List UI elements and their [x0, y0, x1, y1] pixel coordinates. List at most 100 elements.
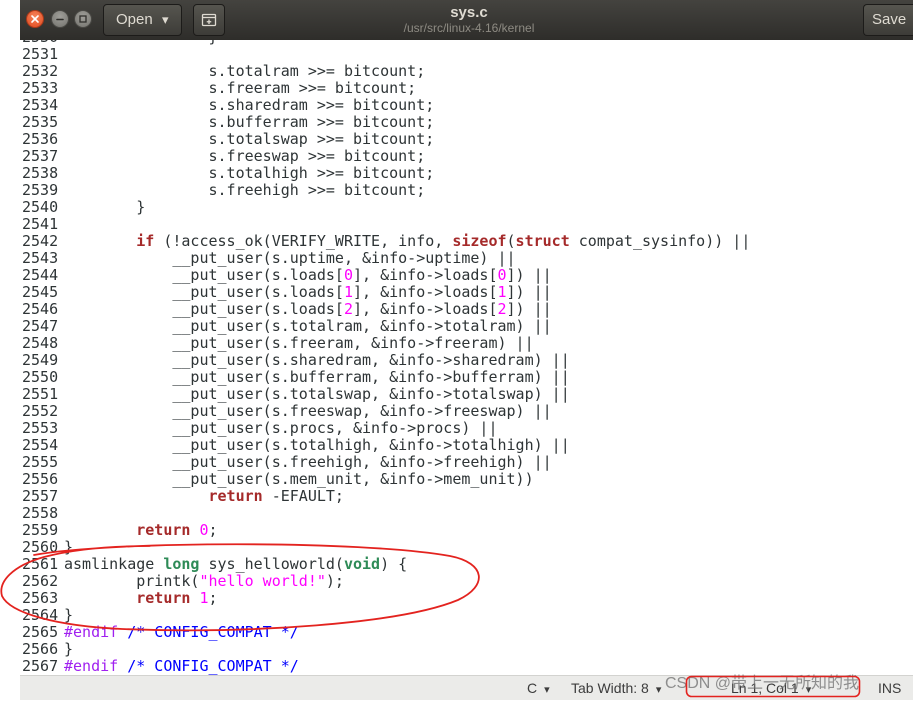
code-line: 2546 __put_user(s.loads[2], &info->loads…: [20, 299, 913, 318]
code-token: ) {: [380, 554, 408, 573]
code-line: 2556 __put_user(s.mem_unit, &info->mem_u…: [20, 469, 913, 488]
gedit-window: Open ▾ sys.c /usr/src/linux-4.16/kernel …: [20, 0, 913, 700]
line-number: 2564: [22, 605, 59, 624]
code-text: #endif /* CONFIG_COMPAT */: [64, 622, 299, 641]
code-token-number: 0: [497, 265, 507, 284]
code-line: 2541: [20, 214, 913, 233]
code-token-keyword: return: [64, 486, 263, 505]
code-text: return 1;: [64, 588, 218, 607]
code-line: 2532 s.totalram >>= bitcount;: [20, 62, 913, 80]
language-label: C: [527, 680, 538, 696]
code-token: }: [64, 197, 146, 216]
code-token: ]) ||: [506, 265, 552, 284]
code-line: 2552 __put_user(s.freeswap, &info->frees…: [20, 401, 913, 420]
line-number: 2542: [22, 231, 59, 250]
code-line: 2565 #endif /* CONFIG_COMPAT */: [20, 622, 913, 641]
new-document-button[interactable]: [193, 4, 225, 36]
code-token-number: 1: [497, 282, 507, 301]
line-number: 2559: [22, 520, 59, 539]
line-number: 2548: [22, 333, 59, 352]
code-token: }: [64, 639, 74, 658]
line-number: 2565: [22, 622, 59, 641]
code-text: printk("hello world!");: [64, 571, 344, 590]
code-line: 2539 s.freehigh >>= bitcount;: [20, 180, 913, 199]
code-token-keyword: return: [64, 520, 200, 539]
new-document-icon: [201, 13, 217, 27]
code-line: 2548 __put_user(s.freeram, &info->freera…: [20, 333, 913, 352]
code-text: __put_user(s.totalhigh, &info->totalhigh…: [64, 436, 569, 454]
code-token: __put_user(s.uptime, &info->uptime) ||: [64, 248, 516, 267]
code-token: __put_user(s.freehigh, &info->freehigh) …: [64, 452, 552, 471]
code-text: }: [64, 639, 74, 658]
code-token: __put_user(s.freeswap, &info->freeswap) …: [64, 401, 552, 420]
watermark: CSDN @带上一无所知的我: [665, 675, 860, 692]
line-number: 2563: [22, 588, 59, 607]
code-token: __put_user(s.loads[: [64, 282, 344, 301]
save-button[interactable]: Save: [863, 4, 913, 36]
code-line: 2567 #endif /* CONFIG_COMPAT */: [20, 657, 913, 675]
code-line: 2561 asmlinkage long sys_helloworld(void)…: [20, 554, 913, 573]
code-line: 2543 __put_user(s.uptime, &info->uptime)…: [20, 248, 913, 267]
code-token: __put_user(s.bufferram, &info->bufferram…: [64, 367, 570, 386]
code-line: 2555 __put_user(s.freehigh, &info->freeh…: [20, 452, 913, 471]
open-button[interactable]: Open ▾: [103, 4, 182, 36]
minimize-icon: [56, 18, 64, 21]
header-bar: Open ▾ sys.c /usr/src/linux-4.16/kernel …: [20, 0, 913, 40]
code-token-string: "hello world!": [199, 571, 326, 590]
code-line: 2549 __put_user(s.sharedram, &info->shar…: [20, 351, 913, 369]
code-line: 2553 __put_user(s.procs, &info->procs) |…: [20, 419, 913, 437]
code-token: ;: [208, 520, 218, 539]
code-token-number: 2: [343, 299, 353, 318]
code-token: s.sharedram >>= bitcount;: [64, 95, 435, 114]
code-token-number: 1: [343, 282, 353, 301]
code-token: __put_user(s.totalswap, &info->totalswap…: [64, 384, 570, 403]
window-title-block: sys.c /usr/src/linux-4.16/kernel: [269, 4, 669, 36]
code-token: s.freeswap >>= bitcount;: [64, 146, 426, 165]
insert-mode-label: INS: [878, 680, 902, 696]
code-text: s.totalhigh >>= bitcount;: [64, 164, 435, 182]
insert-mode-indicator: INS: [878, 676, 901, 700]
maximize-window-button[interactable]: [74, 10, 92, 28]
code-line: 2535 s.bufferram >>= bitcount;: [20, 113, 913, 131]
code-token-comment: /* CONFIG_COMPAT */: [127, 622, 299, 641]
code-text: s.freehigh >>= bitcount;: [64, 181, 426, 199]
line-number: 2539: [22, 180, 59, 199]
code-token: __put_user(s.loads[: [64, 265, 344, 284]
code-token: __put_user(s.mem_unit, &info->mem_unit)): [64, 469, 534, 488]
code-token: ], &info->loads[: [353, 265, 498, 284]
line-number: 2555: [22, 452, 59, 471]
code-line: 2547 __put_user(s.totalram, &info->total…: [20, 316, 913, 335]
code-token: ;: [208, 588, 218, 607]
code-token: (: [506, 231, 516, 250]
language-selector[interactable]: C ▾: [527, 676, 550, 700]
code-text: __put_user(s.mem_unit, &info->mem_unit)): [64, 469, 534, 488]
code-text: }: [64, 537, 74, 556]
window-subtitle: /usr/src/linux-4.16/kernel: [403, 21, 535, 35]
code-text: }: [64, 605, 74, 624]
code-token: );: [325, 571, 344, 590]
code-token-number: 2: [497, 299, 507, 318]
code-token: compat_sysinfo)) ||: [569, 231, 751, 250]
code-token: }: [64, 605, 74, 624]
minimize-window-button[interactable]: [51, 10, 69, 28]
line-number: 2536: [22, 129, 59, 148]
code-line: 2531: [20, 45, 913, 63]
line-number: 2538: [22, 163, 59, 182]
code-text: __put_user(s.sharedram, &info->sharedram…: [64, 351, 569, 369]
line-number: 2541: [22, 214, 59, 233]
line-number: 2554: [22, 435, 59, 454]
text-editor[interactable]: 2530 }25312532 s.totalram >>= bitcount;2…: [20, 40, 913, 675]
code-line: 2537 s.freeswap >>= bitcount;: [20, 146, 913, 165]
code-token: __put_user(s.totalram, &info->totalram) …: [64, 316, 552, 335]
code-text: asmlinkage long sys_helloworld(void) {: [64, 554, 408, 573]
chevron-down-icon: ▾: [162, 12, 169, 27]
close-window-button[interactable]: [26, 10, 44, 28]
code-line: 2563 return 1;: [20, 588, 913, 607]
tab-width-selector[interactable]: Tab Width: 8 ▾: [571, 676, 661, 700]
code-token-keyword: return: [64, 588, 200, 607]
code-line: 2564}: [20, 605, 913, 624]
code-token: }: [64, 537, 74, 556]
chevron-down-icon: ▾: [655, 684, 662, 696]
code-token-keyword: if: [64, 231, 155, 250]
line-number: 2540: [22, 197, 59, 216]
